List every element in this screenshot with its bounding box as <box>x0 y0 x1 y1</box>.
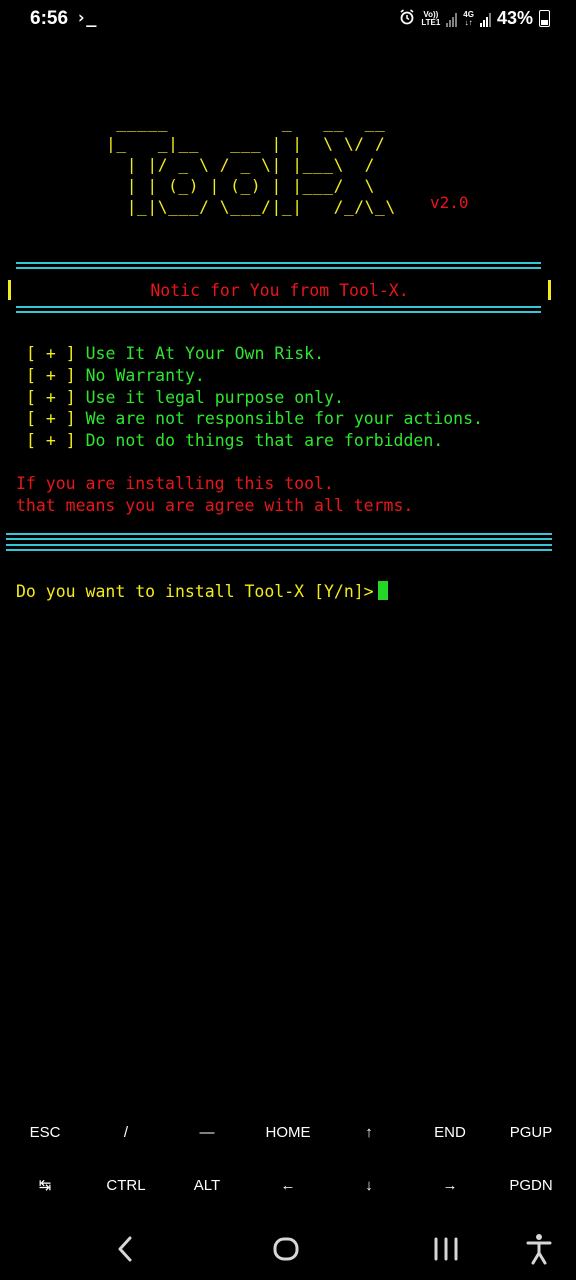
install-prompt[interactable]: Do you want to install Tool-X [Y/n]> <box>16 581 388 603</box>
rule-line: [ + ] No Warranty. <box>26 365 205 387</box>
rule-line: [ + ] Use It At Your Own Risk. <box>26 343 324 365</box>
status-icons: Vo)) LTE1 4G ↓↑ 43% <box>399 8 550 29</box>
rule-line: [ + ] Use it legal purpose only. <box>26 387 344 409</box>
status-time: 6:56 <box>30 8 69 29</box>
back-button[interactable] <box>95 1226 155 1272</box>
warning-line-1: If you are installing this tool. <box>16 474 334 493</box>
rule-text: Use it legal purpose only. <box>85 388 344 407</box>
pgup-key[interactable]: PGUP <box>490 1106 572 1158</box>
arrow-down-key[interactable]: ↓ <box>328 1159 410 1211</box>
arrow-up-key[interactable]: ↑ <box>328 1106 410 1158</box>
tool-x-ascii-logo: _____ _ __ __ |_ _|__ ___ | | \ \/ / | |… <box>106 113 396 216</box>
arrow-left-key[interactable]: ← <box>247 1159 329 1211</box>
extra-keys-bar: ESC / — HOME ↑ END PGUP ↹ CTRL ALT ← ↓ →… <box>0 1106 576 1212</box>
home-button[interactable] <box>256 1226 316 1272</box>
accessibility-button[interactable] <box>509 1226 569 1272</box>
separator-upper <box>6 533 552 540</box>
rule-text: We are not responsible for your actions. <box>85 409 483 428</box>
arrow-right-key[interactable]: → <box>409 1159 491 1211</box>
rule-text: Do not do things that are forbidden. <box>85 431 444 450</box>
home-key[interactable]: HOME <box>247 1106 329 1158</box>
rule-bullet: [ + ] <box>26 431 76 450</box>
rule-text: No Warranty. <box>85 366 205 385</box>
ctrl-key[interactable]: CTRL <box>85 1159 167 1211</box>
back-icon <box>118 1236 132 1262</box>
slash-key[interactable]: / <box>85 1106 167 1158</box>
dash-key[interactable]: — <box>166 1106 248 1158</box>
warning-line-2: that means you are agree with all terms. <box>16 496 414 515</box>
rule-bullet: [ + ] <box>26 388 76 407</box>
battery-icon <box>539 10 550 27</box>
accessibility-icon <box>526 1234 552 1265</box>
terminal-output[interactable]: _____ _ __ __ |_ _|__ ___ | | \ \/ / | |… <box>0 42 576 1102</box>
rule-bullet: [ + ] <box>26 366 76 385</box>
recents-icon <box>434 1237 458 1261</box>
end-key[interactable]: END <box>409 1106 491 1158</box>
rule-bullet: [ + ] <box>26 344 76 363</box>
home-icon <box>273 1237 299 1261</box>
pgdn-key[interactable]: PGDN <box>490 1159 572 1211</box>
alt-key[interactable]: ALT <box>166 1159 248 1211</box>
volte-indicator: Vo)) LTE1 <box>421 9 441 27</box>
notice-title: Notic for You from Tool-X. <box>150 281 409 300</box>
separator-notice-bottom <box>16 306 541 313</box>
terminal-cursor <box>377 581 388 600</box>
install-prompt-text: Do you want to install Tool-X [Y/n]> <box>16 582 374 601</box>
system-navigation-bar <box>0 1218 576 1280</box>
terminal-notification-icon: ›_ <box>76 8 97 28</box>
version-label: v2.0 <box>430 193 469 212</box>
notice-right-border <box>548 280 551 300</box>
rule-bullet: [ + ] <box>26 409 76 428</box>
separator-top <box>16 262 541 269</box>
alarm-icon <box>399 8 415 29</box>
separator-lower <box>6 544 552 551</box>
battery-percentage: 43% <box>496 8 533 28</box>
signal-strength-icon-2 <box>479 11 491 27</box>
signal-strength-icon-1 <box>446 11 458 27</box>
esc-key[interactable]: ESC <box>4 1106 86 1158</box>
rule-line: [ + ] Do not do things that are forbidde… <box>26 430 443 452</box>
recents-button[interactable] <box>416 1226 476 1272</box>
network-type-indicator: 4G ↓↑ <box>463 9 474 27</box>
status-bar: 6:56 ›_ Vo)) LTE1 4G ↓↑ 43% <box>0 0 576 42</box>
rule-line: [ + ] We are not responsible for your ac… <box>26 408 483 430</box>
notice-banner: Notic for You from Tool-X. <box>8 280 551 304</box>
tab-key[interactable]: ↹ <box>4 1159 86 1211</box>
rule-text: Use It At Your Own Risk. <box>85 344 325 363</box>
